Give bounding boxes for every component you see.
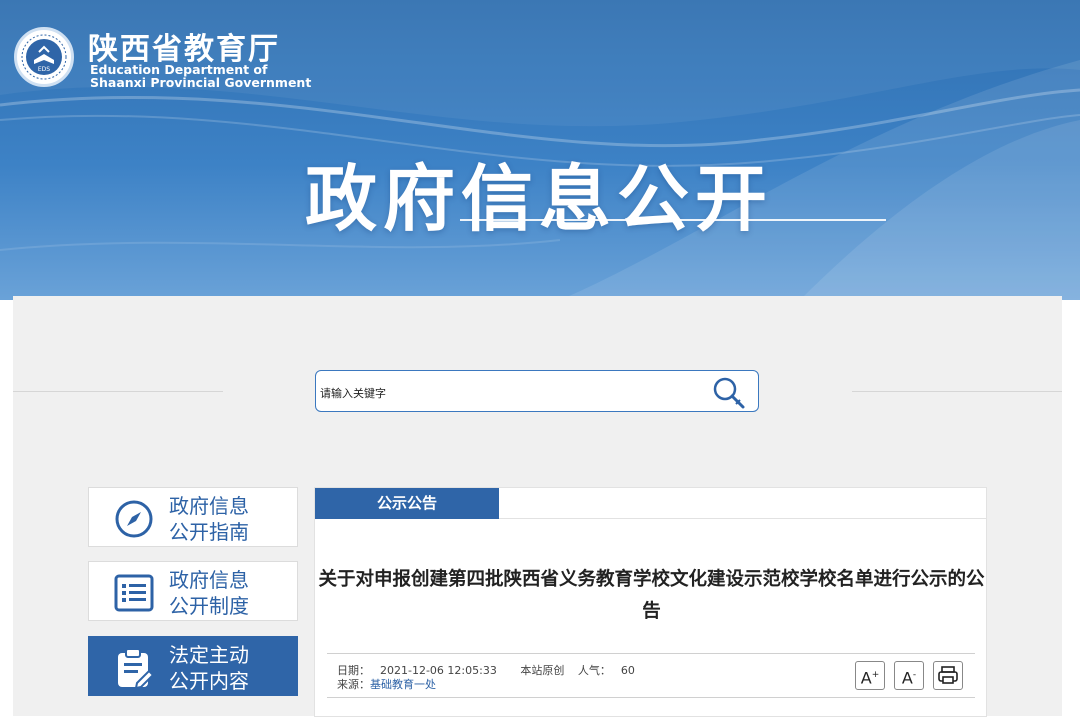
list-icon xyxy=(114,574,154,612)
search-icon xyxy=(713,377,745,409)
sidebar-item-system[interactable]: 政府信息 公开制度 xyxy=(88,561,298,621)
sidebar-item-guide[interactable]: 政府信息 公开指南 xyxy=(88,487,298,547)
sidebar-item-label: 法定主动 公开内容 xyxy=(169,643,249,693)
sidebar-item-label: 政府信息 公开指南 xyxy=(169,494,249,544)
article-title: 关于对申报创建第四批陕西省义务教育学校文化建设示范校学校名单进行公示的公告 xyxy=(318,569,985,622)
ministry-logo[interactable]: EDS xyxy=(14,27,74,87)
divider-left xyxy=(13,391,223,392)
meta-divider-top xyxy=(327,653,975,654)
search-box xyxy=(315,370,759,414)
print-icon xyxy=(938,666,958,684)
page-title: 政府信息公开 xyxy=(305,157,774,241)
article-source: 来源：基础教育一处 xyxy=(337,678,436,691)
meta-divider-bottom xyxy=(327,697,975,698)
header-banner: EDS 陕西省教育厅 Education Department of Shaan… xyxy=(0,0,1080,300)
tab-announcements[interactable]: 公示公告 xyxy=(315,488,499,519)
decrease-font-button[interactable]: A- xyxy=(894,661,924,690)
increase-font-button[interactable]: A+ xyxy=(855,661,885,690)
sidebar-item-statutory-content[interactable]: 法定主动 公开内容 xyxy=(88,636,298,696)
clipboard-edit-icon xyxy=(118,648,155,689)
title-underline xyxy=(460,219,886,221)
sidebar-item-label: 政府信息 公开制度 xyxy=(169,568,249,618)
print-button[interactable] xyxy=(933,661,963,690)
search-input[interactable] xyxy=(316,371,702,414)
org-name-en-line2: Shaanxi Provincial Government xyxy=(90,75,312,90)
origin-label: 本站原创 xyxy=(520,664,565,677)
compass-icon xyxy=(115,500,153,538)
logo-emblem-icon: EDS xyxy=(19,32,69,82)
source-link[interactable]: 基础教育一处 xyxy=(370,678,436,691)
tab-divider xyxy=(499,518,987,519)
view-count: 60 xyxy=(620,664,635,677)
logo-text: EDS xyxy=(38,66,50,73)
divider-right xyxy=(852,391,1062,392)
article-card: 公示公告 关于对申报创建第四批陕西省义务教育学校文化建设示范校学校名单进行公示的… xyxy=(314,487,987,717)
search-button[interactable] xyxy=(710,374,748,410)
